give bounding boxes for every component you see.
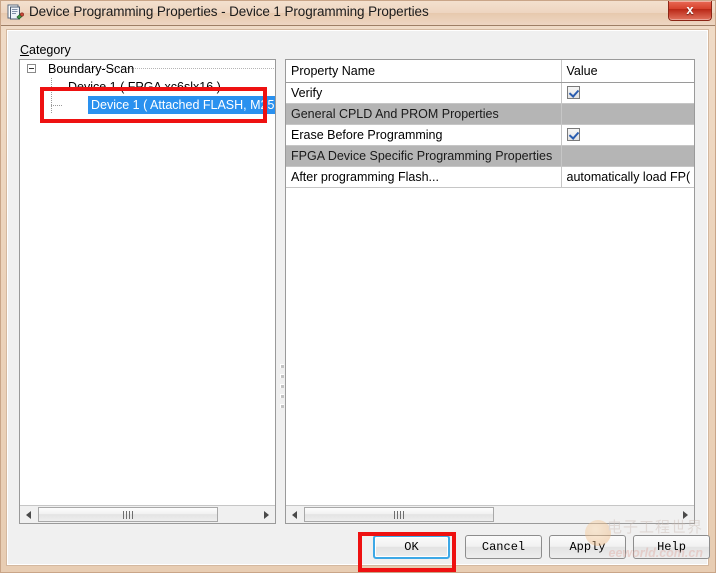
checkbox-checked-icon[interactable]: [566, 85, 580, 99]
section-empty-cell: [561, 103, 694, 125]
tree-item-label: Boundary-Scan: [48, 62, 135, 76]
property-value-cell[interactable]: [561, 82, 694, 104]
tree-item-device-fpga[interactable]: Device 1 ( FPGA xc6slx16 ): [20, 78, 275, 96]
category-tree-panel[interactable]: Boundary-Scan Device 1 ( FPGA xc6slx16 )…: [19, 59, 276, 524]
property-value-cell[interactable]: automatically load FP(: [561, 166, 694, 188]
table-row[interactable]: Erase Before Programming: [286, 124, 694, 146]
column-header-property-name[interactable]: Property Name: [286, 60, 562, 83]
table-section-row: FPGA Device Specific Programming Propert…: [286, 145, 694, 167]
properties-panel[interactable]: Property Name Value Verify General CPLD …: [285, 59, 695, 524]
scroll-thumb[interactable]: [304, 507, 494, 522]
scroll-thumb[interactable]: [38, 507, 218, 522]
close-button[interactable]: x: [668, 1, 712, 21]
tree-item-boundary-scan[interactable]: Boundary-Scan: [20, 60, 275, 78]
property-name-cell: Erase Before Programming: [286, 124, 562, 146]
help-button[interactable]: Help: [633, 535, 710, 559]
scroll-right-icon[interactable]: [677, 506, 694, 523]
checkbox-checked-icon[interactable]: [566, 127, 580, 141]
cancel-button[interactable]: Cancel: [465, 535, 542, 559]
column-header-value[interactable]: Value: [561, 60, 694, 83]
properties-table: Property Name Value Verify General CPLD …: [286, 60, 694, 188]
scroll-left-icon[interactable]: [20, 506, 37, 523]
category-label: Category: [20, 43, 71, 57]
tree-horizontal-scrollbar[interactable]: [20, 505, 275, 523]
document-properties-icon: [6, 4, 24, 22]
property-name-cell: After programming Flash...: [286, 166, 562, 188]
section-empty-cell: [561, 145, 694, 167]
close-icon: x: [686, 2, 694, 17]
dialog-window: Device Programming Properties - Device 1…: [0, 0, 716, 573]
title-bar: Device Programming Properties - Device 1…: [1, 1, 715, 26]
dialog-client-area: Category Boundary-Scan Device 1 ( FPGA x…: [7, 30, 710, 565]
category-accel-char: C: [20, 43, 30, 57]
tree-item-label: Device 1 ( FPGA xc6slx16 ): [68, 80, 221, 94]
scroll-grip-icon: [394, 511, 404, 519]
section-title-cell: FPGA Device Specific Programming Propert…: [286, 145, 562, 167]
scroll-left-icon[interactable]: [286, 506, 303, 523]
category-label-rest: ategory: [29, 43, 71, 57]
table-row[interactable]: Verify: [286, 82, 694, 104]
property-value-cell[interactable]: [561, 124, 694, 146]
properties-horizontal-scrollbar[interactable]: [286, 505, 694, 523]
table-section-row: General CPLD And PROM Properties: [286, 103, 694, 125]
tree-item-label: Device 1 ( Attached FLASH, M25: [88, 96, 275, 114]
dialog-button-bar: OK Cancel Apply Help: [8, 529, 710, 565]
ok-button[interactable]: OK: [373, 535, 450, 559]
category-tree[interactable]: Boundary-Scan Device 1 ( FPGA xc6slx16 )…: [20, 60, 275, 503]
property-name-cell: Verify: [286, 82, 562, 104]
tree-item-device-flash[interactable]: Device 1 ( Attached FLASH, M25: [20, 96, 275, 114]
table-row[interactable]: After programming Flash... automatically…: [286, 166, 694, 188]
collapse-icon[interactable]: [27, 64, 36, 73]
window-title: Device Programming Properties - Device 1…: [29, 4, 429, 19]
scroll-right-icon[interactable]: [258, 506, 275, 523]
table-header-row: Property Name Value: [286, 60, 694, 83]
apply-button[interactable]: Apply: [549, 535, 626, 559]
scroll-grip-icon: [123, 511, 133, 519]
splitter-grip-icon: [280, 364, 284, 410]
section-title-cell: General CPLD And PROM Properties: [286, 103, 562, 125]
